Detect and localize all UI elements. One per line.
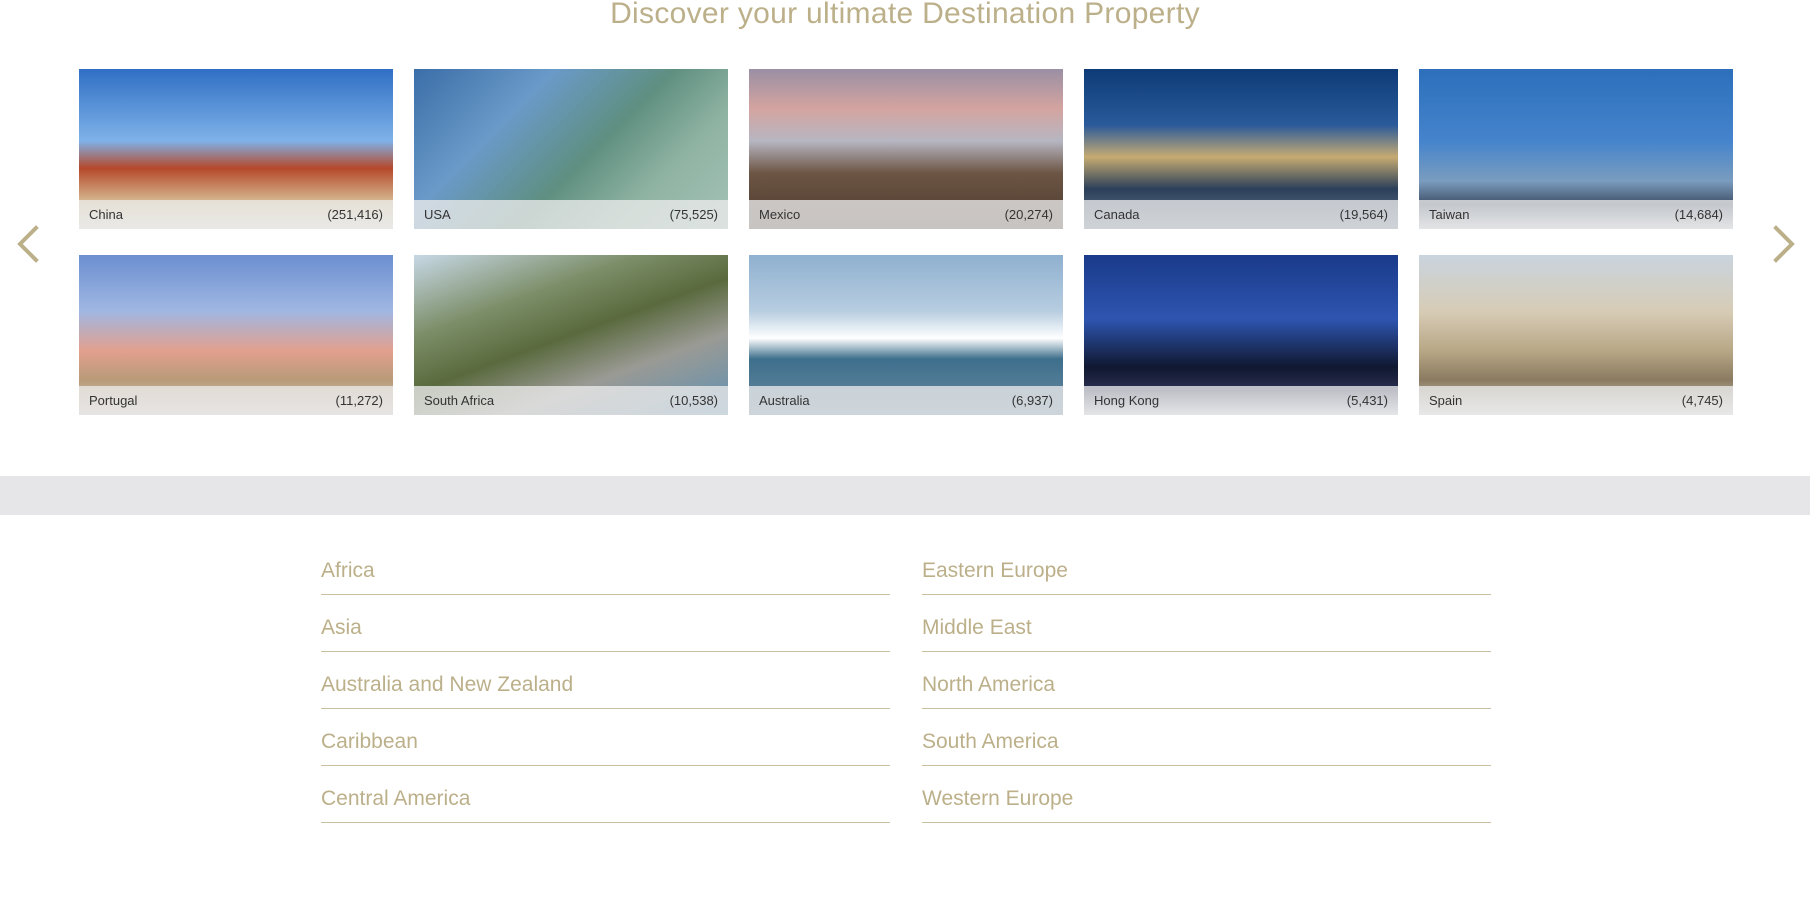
tile-caption: Mexico (20,274)	[749, 200, 1063, 229]
listing-count: (19,564)	[1339, 207, 1388, 222]
listing-count: (14,684)	[1674, 207, 1723, 222]
page-title: Discover your ultimate Destination Prope…	[610, 0, 1200, 30]
region-link-central-america[interactable]: Central America	[321, 783, 890, 823]
chevron-left-icon	[17, 225, 39, 263]
destination-tile-taiwan[interactable]: Taiwan (14,684)	[1419, 69, 1733, 229]
region-link-north-america[interactable]: North America	[922, 669, 1491, 709]
carousel-prev-button[interactable]	[12, 222, 44, 266]
destination-tile-spain[interactable]: Spain (4,745)	[1419, 255, 1733, 415]
tile-caption: Taiwan (14,684)	[1419, 200, 1733, 229]
listing-count: (251,416)	[327, 207, 383, 222]
destination-name: Canada	[1094, 207, 1140, 222]
region-link-south-america[interactable]: South America	[922, 726, 1491, 766]
region-links: Africa Asia Australia and New Zealand Ca…	[321, 555, 1491, 840]
region-column-right: Eastern Europe Middle East North America…	[922, 555, 1491, 840]
destination-name: Mexico	[759, 207, 801, 222]
listing-count: (75,525)	[669, 207, 718, 222]
listing-count: (11,272)	[335, 393, 383, 408]
destination-name: China	[89, 207, 123, 222]
destination-tile-hong-kong[interactable]: Hong Kong (5,431)	[1084, 255, 1398, 415]
destination-tile-canada[interactable]: Canada (19,564)	[1084, 69, 1398, 229]
tile-caption: Australia (6,937)	[749, 386, 1063, 415]
destination-tile-south-africa[interactable]: South Africa (10,538)	[414, 255, 728, 415]
destination-tile-mexico[interactable]: Mexico (20,274)	[749, 69, 1063, 229]
region-link-caribbean[interactable]: Caribbean	[321, 726, 890, 766]
destination-tile-china[interactable]: China (251,416)	[79, 69, 393, 229]
tile-caption: USA (75,525)	[414, 200, 728, 229]
listing-count: (20,274)	[1004, 207, 1053, 222]
destination-name: Hong Kong	[1094, 393, 1160, 408]
chevron-right-icon	[1773, 225, 1795, 263]
section-divider-band	[0, 476, 1810, 515]
tile-caption: China (251,416)	[79, 200, 393, 229]
region-link-australia-new-zealand[interactable]: Australia and New Zealand	[321, 669, 890, 709]
region-column-left: Africa Asia Australia and New Zealand Ca…	[321, 555, 890, 840]
listing-count: (5,431)	[1346, 393, 1388, 408]
destination-grid: China (251,416) USA (75,525) Mexico (20,…	[79, 69, 1733, 415]
listing-count: (6,937)	[1011, 393, 1053, 408]
tile-caption: Hong Kong (5,431)	[1084, 386, 1398, 415]
tile-caption: Spain (4,745)	[1419, 386, 1733, 415]
tile-caption: South Africa (10,538)	[414, 386, 728, 415]
destination-tile-portugal[interactable]: Portugal (11,272)	[79, 255, 393, 415]
destination-name: Australia	[759, 393, 810, 408]
destination-name: Portugal	[89, 393, 138, 408]
region-link-africa[interactable]: Africa	[321, 555, 890, 595]
carousel-next-button[interactable]	[1768, 222, 1800, 266]
tile-caption: Portugal (11,272)	[79, 386, 393, 415]
destination-name: Spain	[1429, 393, 1463, 408]
destination-name: USA	[424, 207, 451, 222]
region-link-western-europe[interactable]: Western Europe	[922, 783, 1491, 823]
destination-name: South Africa	[424, 393, 495, 408]
destination-tile-australia[interactable]: Australia (6,937)	[749, 255, 1063, 415]
region-link-asia[interactable]: Asia	[321, 612, 890, 652]
region-link-middle-east[interactable]: Middle East	[922, 612, 1491, 652]
listing-count: (10,538)	[669, 393, 718, 408]
tile-caption: Canada (19,564)	[1084, 200, 1398, 229]
region-link-eastern-europe[interactable]: Eastern Europe	[922, 555, 1491, 595]
listing-count: (4,745)	[1681, 393, 1723, 408]
destination-tile-usa[interactable]: USA (75,525)	[414, 69, 728, 229]
destination-name: Taiwan	[1429, 207, 1470, 222]
